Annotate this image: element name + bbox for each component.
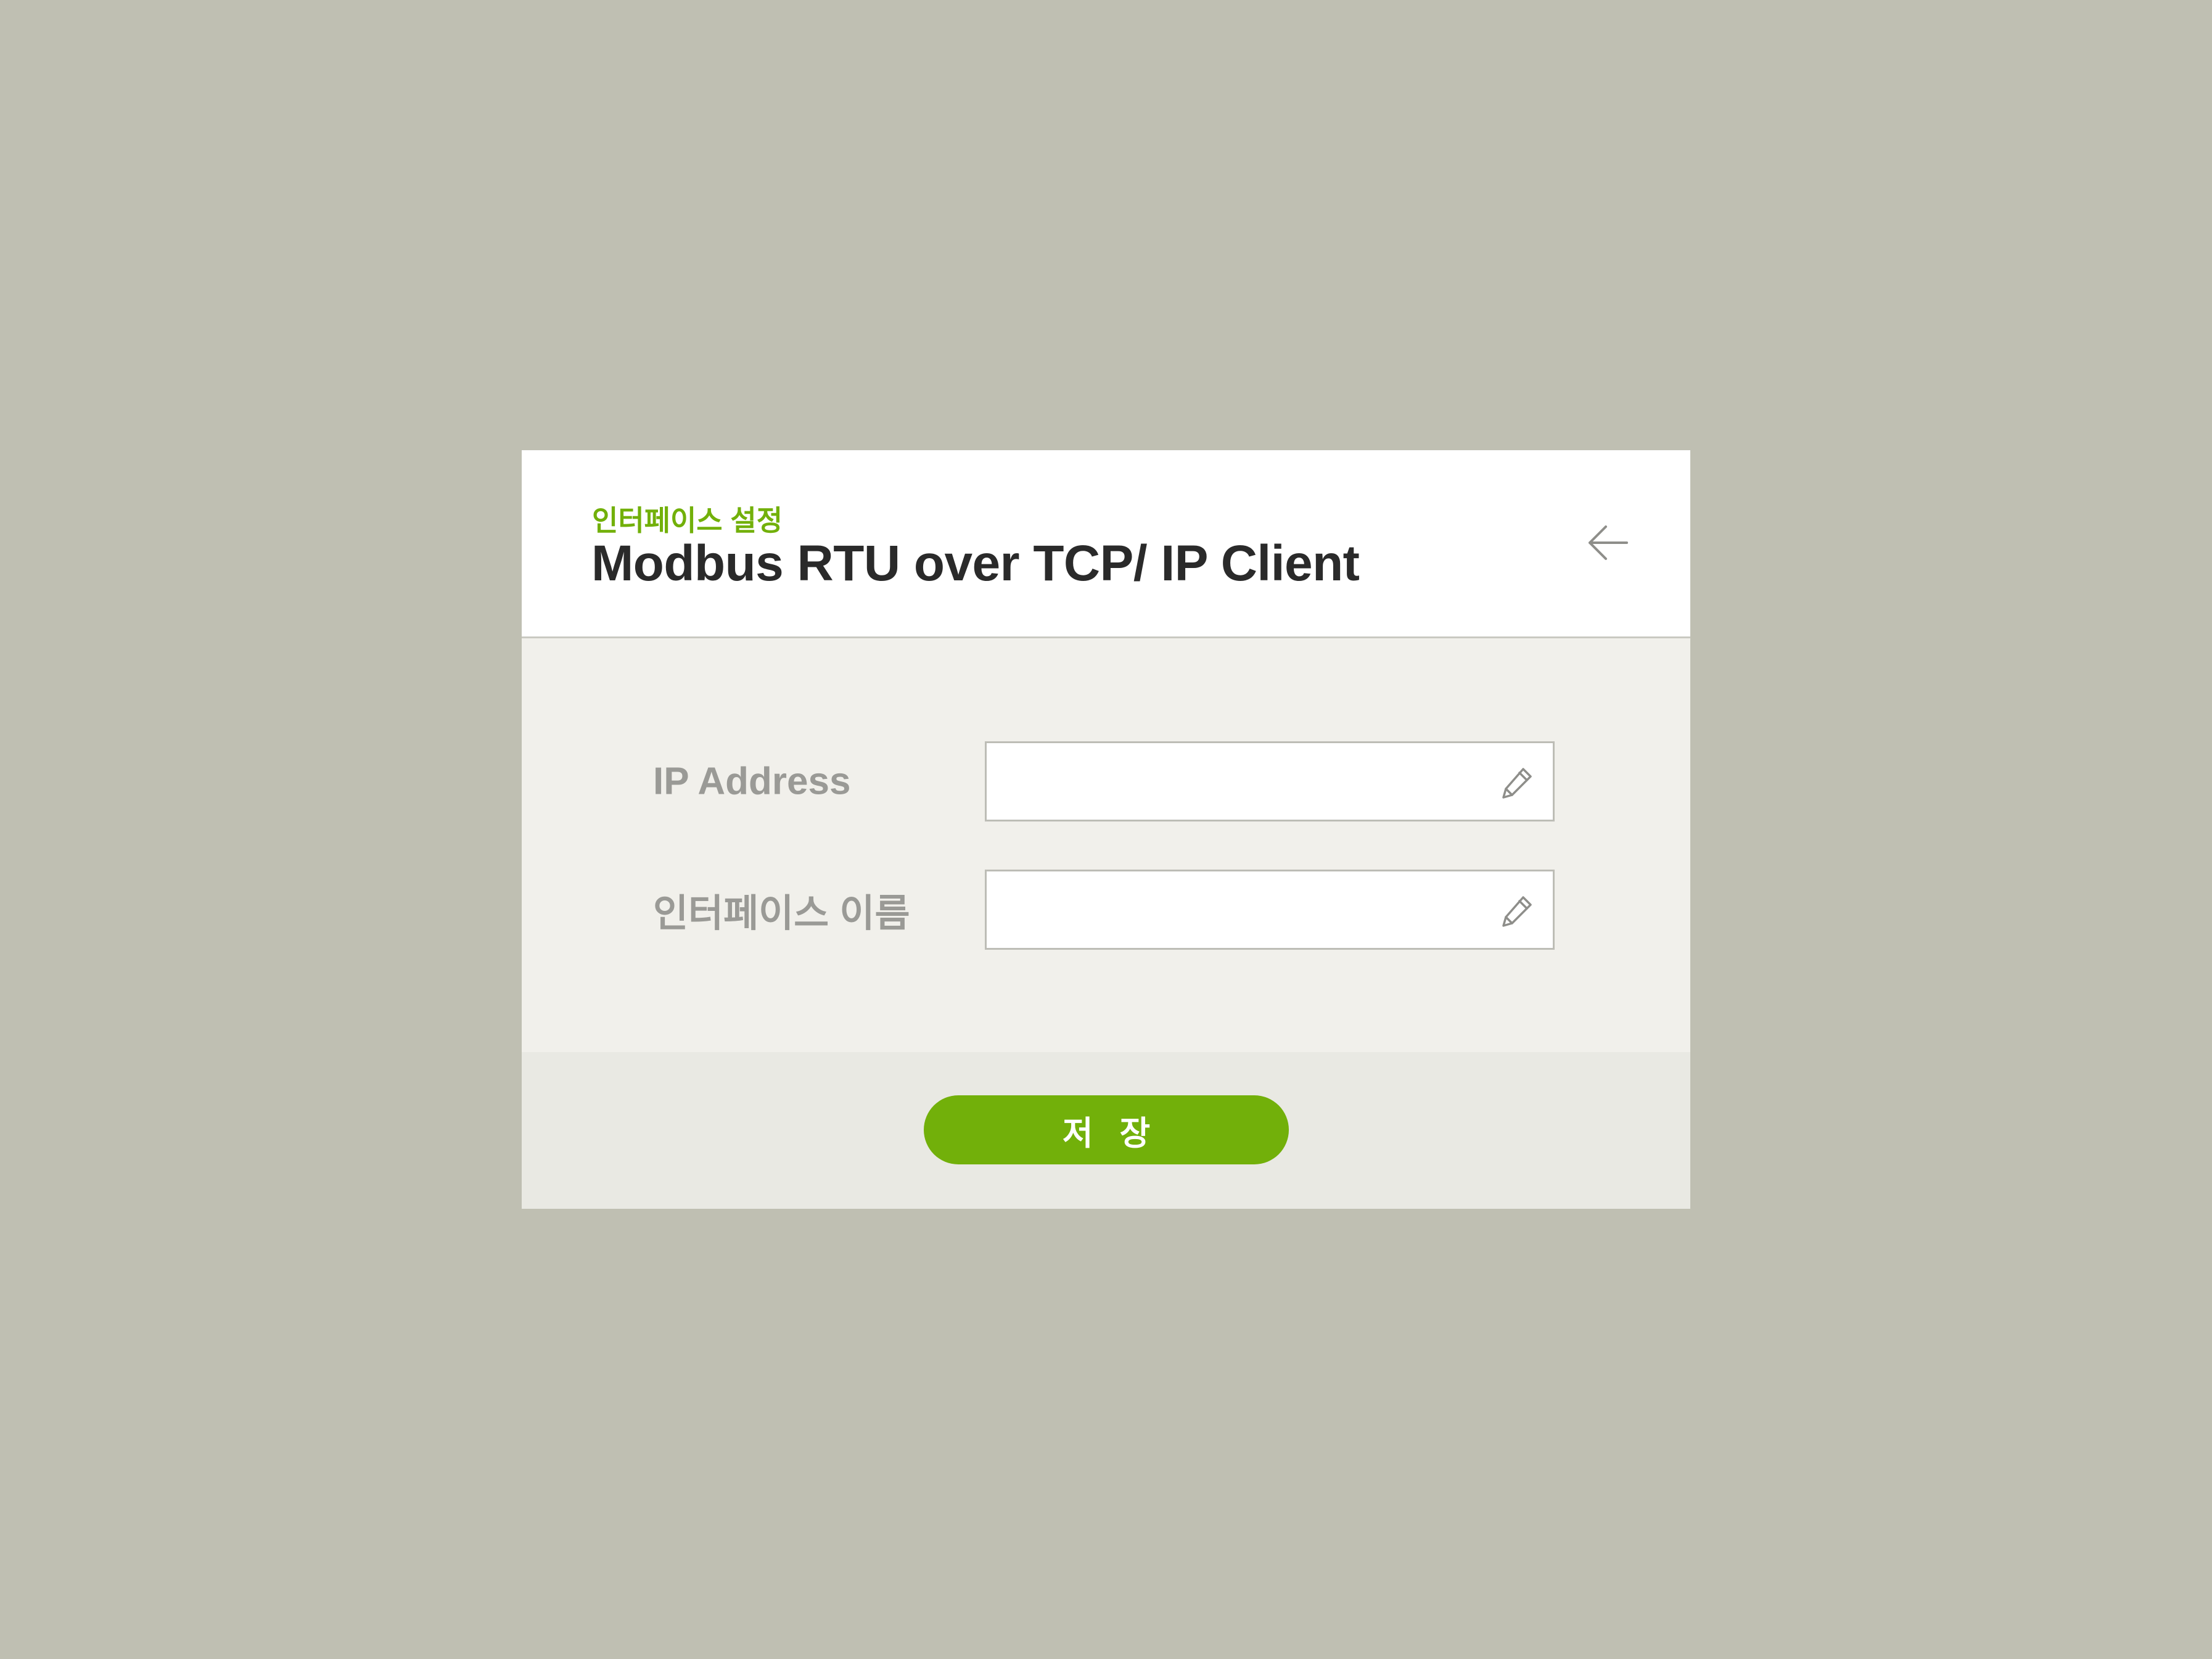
interface-name-field[interactable] — [985, 870, 1555, 950]
pencil-icon[interactable] — [1499, 892, 1536, 929]
interface-name-input[interactable] — [1001, 871, 1485, 949]
form-row-ip-address: IP Address — [522, 741, 1690, 821]
save-button[interactable]: 저 장 — [924, 1095, 1289, 1164]
interface-name-label: 인터페이스 이름 — [653, 892, 910, 935]
dialog-header: 인터페이스 설정 Modbus RTU over TCP/ IP Client — [522, 450, 1690, 638]
form-row-interface-name: 인터페이스 이름 — [522, 870, 1690, 950]
dialog-footer: 저 장 — [522, 1052, 1690, 1209]
dialog-title: Modbus RTU over TCP/ IP Client — [591, 535, 1360, 591]
back-button[interactable] — [1582, 518, 1632, 567]
interface-settings-dialog: 인터페이스 설정 Modbus RTU over TCP/ IP Client … — [522, 450, 1690, 1209]
arrow-left-icon — [1589, 525, 1628, 560]
ip-address-label: IP Address — [653, 760, 851, 803]
dialog-subtitle: 인터페이스 설정 — [592, 504, 783, 537]
ip-address-field[interactable] — [985, 741, 1555, 821]
ip-address-input[interactable] — [1001, 743, 1485, 821]
pencil-icon[interactable] — [1499, 764, 1536, 801]
